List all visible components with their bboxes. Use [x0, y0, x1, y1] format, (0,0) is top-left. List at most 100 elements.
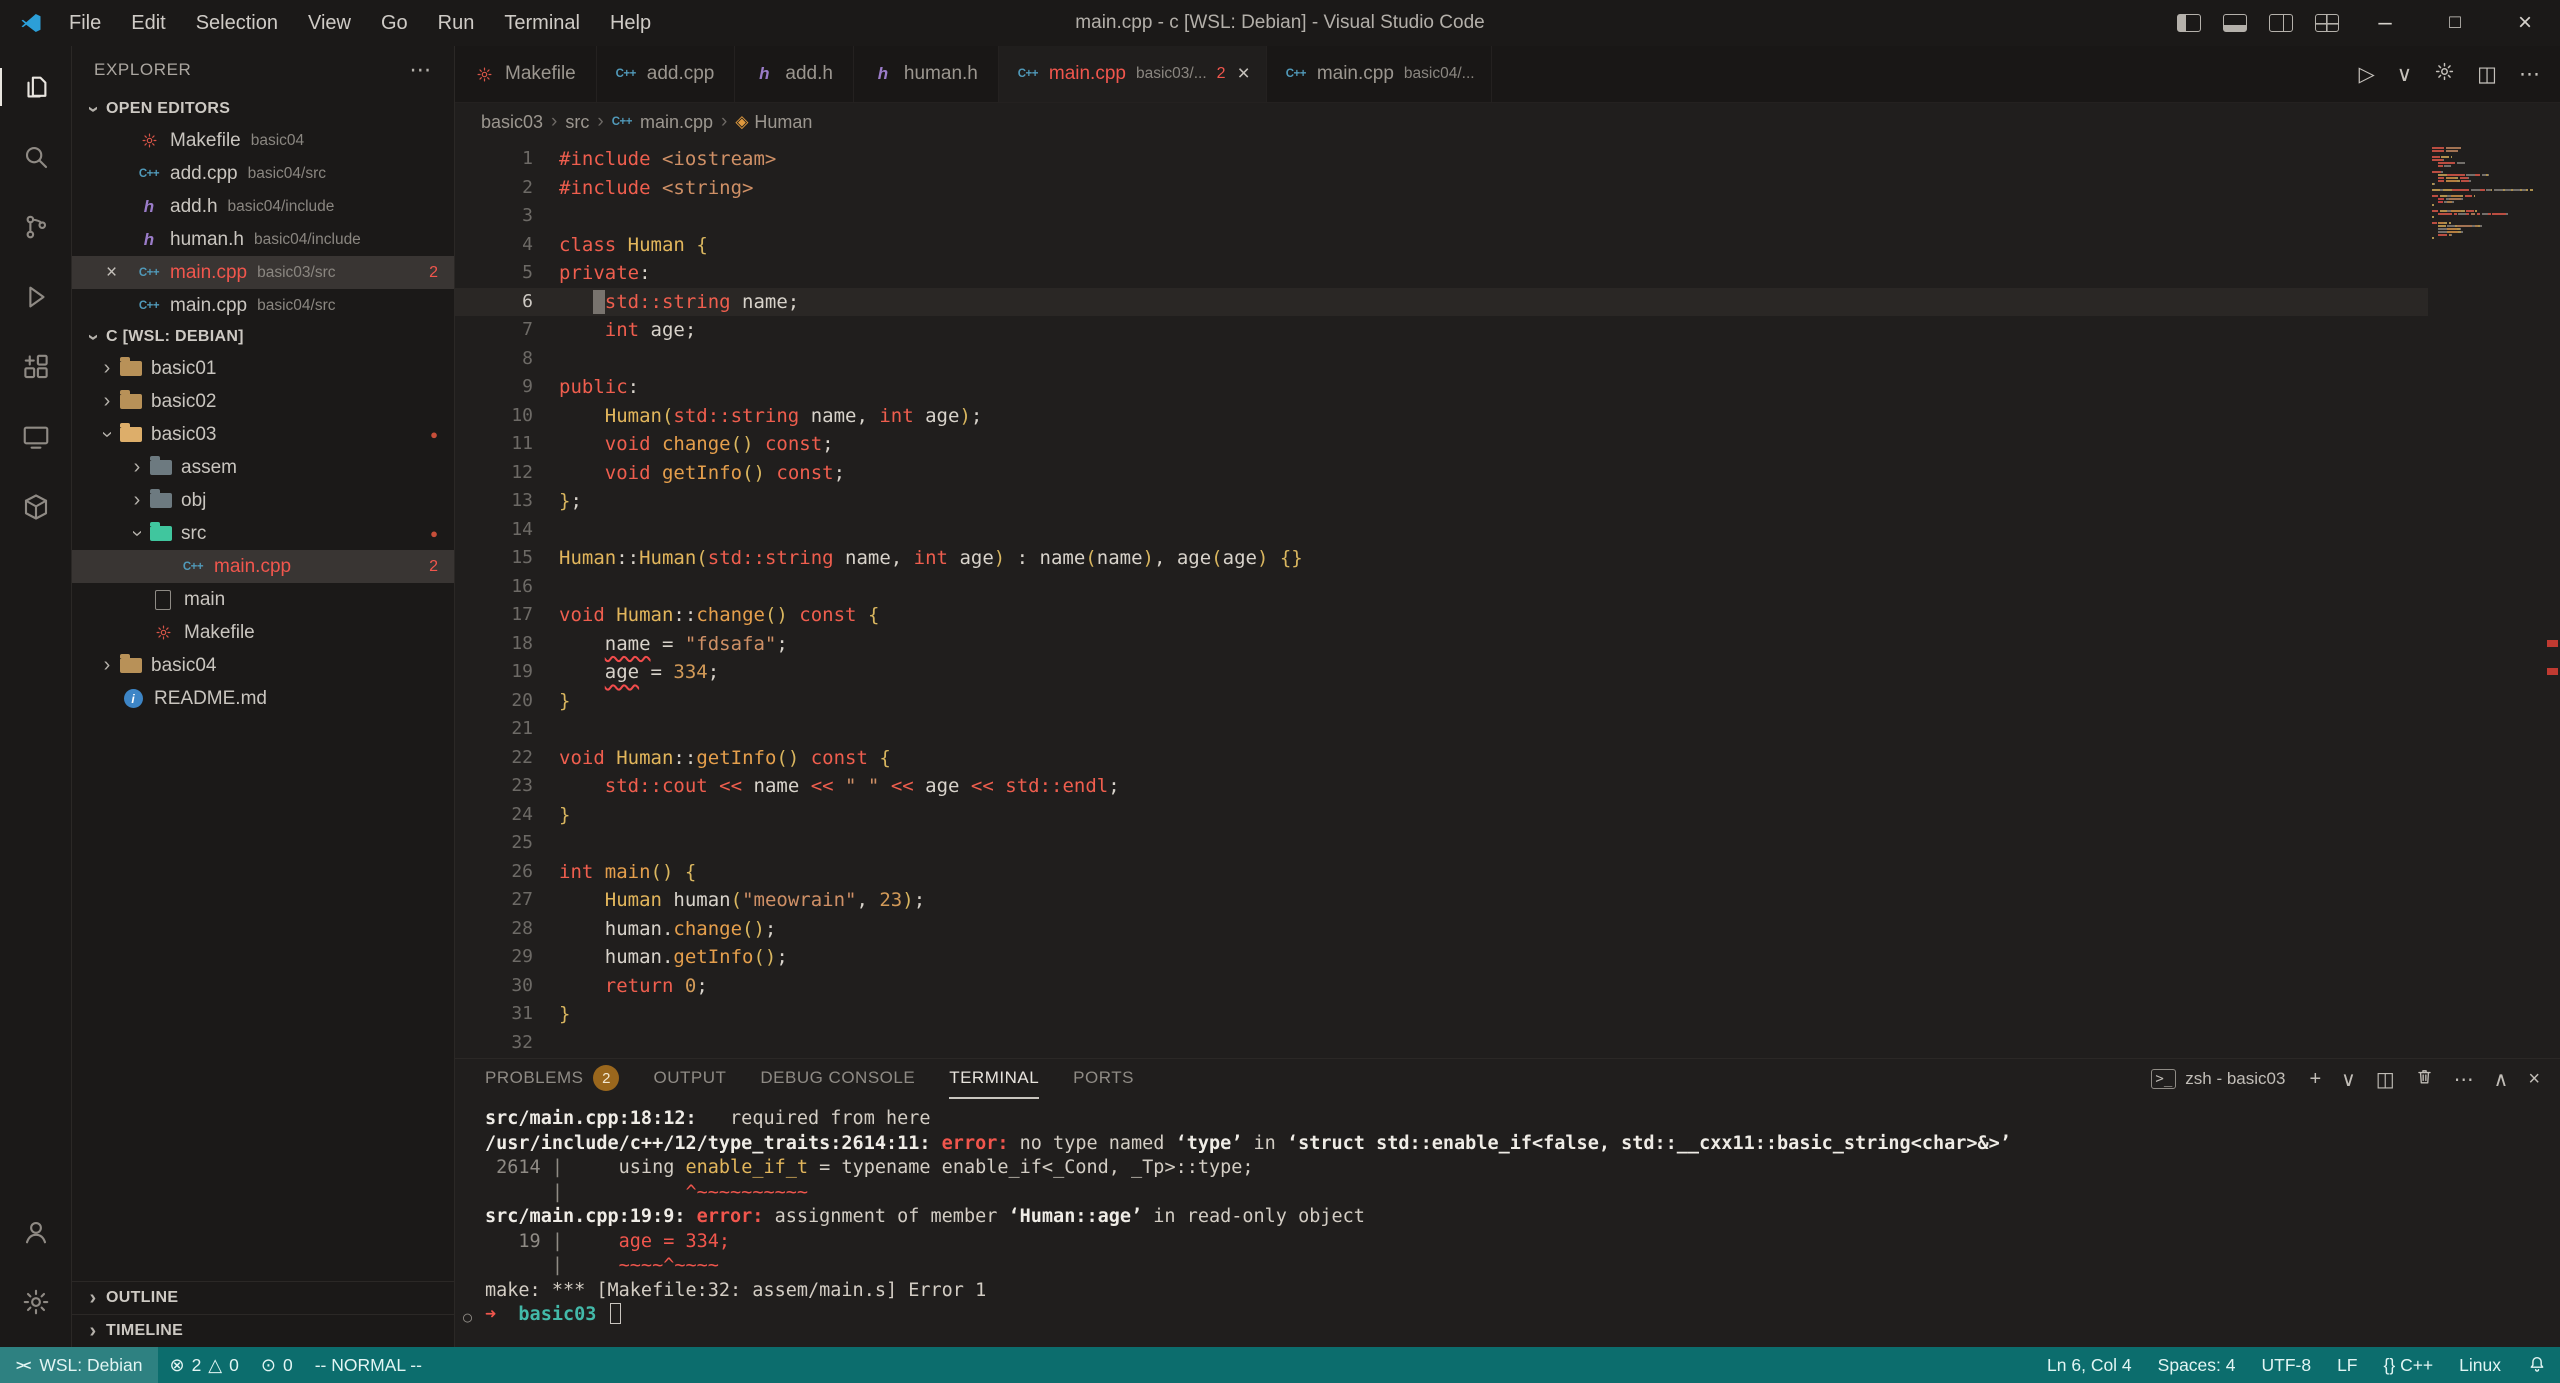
cursor-position-status[interactable]: Ln 6, Col 4 — [2034, 1347, 2145, 1383]
code-line[interactable]: 30 return 0; — [455, 972, 2428, 1001]
code-line[interactable]: 25 — [455, 829, 2428, 858]
remote-explorer-button[interactable] — [0, 402, 72, 472]
breadcrumb-human[interactable]: ◈ Human — [735, 112, 812, 133]
line-number[interactable]: 21 — [455, 715, 533, 744]
open-editor-human-h-basic04-include[interactable]: h human.h basic04/include — [72, 223, 454, 256]
tree-item-basic04[interactable]: › basic04 — [72, 649, 454, 682]
line-number[interactable]: 20 — [455, 687, 533, 716]
close-icon[interactable]: × — [1238, 62, 1250, 86]
code-line[interactable]: 26 int main() { — [455, 858, 2428, 887]
remote-indicator[interactable]: >< WSL: Debian — [0, 1347, 159, 1383]
tree-item-basic02[interactable]: › basic02 — [72, 385, 454, 418]
minimize-button[interactable]: – — [2350, 0, 2420, 46]
line-number[interactable]: 15 — [455, 544, 533, 573]
line-number[interactable]: 11 — [455, 430, 533, 459]
code-line[interactable]: 15 Human::Human(std::string name, int age… — [455, 544, 2428, 573]
tree-item-basic01[interactable]: › basic01 — [72, 352, 454, 385]
workspace-header[interactable]: › C [WSL: DEBIAN] — [72, 322, 454, 352]
line-number[interactable]: 17 — [455, 601, 533, 630]
configure-button[interactable] — [2434, 61, 2455, 88]
maximize-panel-button[interactable]: ∧ — [2494, 1067, 2509, 1092]
code-line[interactable]: 28 human.change(); — [455, 915, 2428, 944]
tree-item-makefile[interactable]: Makefile — [72, 616, 454, 649]
code-line[interactable]: 11 void change() const; — [455, 430, 2428, 459]
extensions-button[interactable] — [0, 332, 72, 402]
line-number[interactable]: 9 — [455, 373, 533, 402]
code-line[interactable]: 22 void Human::getInfo() const { — [455, 744, 2428, 773]
code-line[interactable]: 10 Human(std::string name, int age); — [455, 402, 2428, 431]
open-editor-main-cpp-basic04-src[interactable]: C++ main.cpp basic04/src — [72, 289, 454, 322]
line-number[interactable]: 2 — [455, 174, 533, 203]
run-and-debug-button[interactable] — [0, 262, 72, 332]
customize-layout-button[interactable] — [2304, 0, 2350, 46]
vim-mode-indicator[interactable]: -- NORMAL -- — [304, 1347, 433, 1383]
line-number[interactable]: 4 — [455, 231, 533, 260]
breadcrumb-src[interactable]: src — [565, 112, 589, 133]
menu-file[interactable]: File — [54, 0, 116, 46]
forwarded-ports-status[interactable]: ⊙ 0 — [250, 1347, 304, 1383]
minimap[interactable] — [2432, 147, 2544, 243]
code-line[interactable]: 20} — [455, 687, 2428, 716]
run-or-debug-button[interactable]: ▷ — [2359, 62, 2375, 87]
code-line[interactable]: 16 — [455, 573, 2428, 602]
outline-section[interactable]: › OUTLINE — [72, 1281, 454, 1314]
tree-item-assem[interactable]: › assem — [72, 451, 454, 484]
code-line[interactable]: 21 — [455, 715, 2428, 744]
notifications-button[interactable] — [2514, 1347, 2560, 1383]
tab-add-cpp[interactable]: C++ add.cpp — [596, 46, 736, 102]
code-line[interactable]: 13}; — [455, 487, 2428, 516]
code-line[interactable]: 27 Human human("meowrain", 23); — [455, 886, 2428, 915]
code-line[interactable]: 4 class Human { — [455, 231, 2428, 260]
terminal-instance[interactable]: >_ zsh - basic03 — [2151, 1069, 2285, 1089]
close-window-button[interactable]: × — [2490, 0, 2560, 46]
explorer-button[interactable] — [0, 52, 72, 122]
tab-makefile[interactable]: Makefile — [455, 46, 597, 102]
menu-go[interactable]: Go — [366, 0, 423, 46]
explorer-more-actions-icon[interactable]: ⋯ — [409, 57, 432, 83]
toggle-panel-button[interactable] — [2212, 0, 2258, 46]
close-icon[interactable]: × — [106, 262, 136, 284]
tree-item-main-cpp[interactable]: C++ main.cpp 2 — [72, 550, 454, 583]
panel-tab-output[interactable]: OUTPUT — [653, 1059, 726, 1099]
more-actions-button[interactable]: ⋯ — [2519, 62, 2540, 87]
kill-terminal-button[interactable] — [2415, 1067, 2434, 1092]
code-line[interactable]: 23 std::cout << name << " " << age << st… — [455, 772, 2428, 801]
account-button[interactable] — [0, 1197, 72, 1267]
run-dropdown-button[interactable]: ∨ — [2397, 62, 2412, 87]
tree-item-main[interactable]: main — [72, 583, 454, 616]
line-number[interactable]: 18 — [455, 630, 533, 659]
code-line[interactable]: 12 void getInfo() const; — [455, 459, 2428, 488]
line-number[interactable]: 31 — [455, 1000, 533, 1029]
open-editors-header[interactable]: › OPEN EDITORS — [72, 94, 454, 124]
code-line[interactable]: 8 — [455, 345, 2428, 374]
toggle-secondary-sidebar-button[interactable] — [2258, 0, 2304, 46]
line-number[interactable]: 24 — [455, 801, 533, 830]
code-line[interactable]: 9 public: — [455, 373, 2428, 402]
code-line[interactable]: 32 — [455, 1029, 2428, 1058]
search-button[interactable] — [0, 122, 72, 192]
maximize-button[interactable]: □ — [2420, 0, 2490, 46]
indentation-status[interactable]: Spaces: 4 — [2145, 1347, 2249, 1383]
code-line[interactable]: 19 age = 334; — [455, 658, 2428, 687]
tab-human-h[interactable]: h human.h — [853, 46, 999, 102]
containers-button[interactable] — [0, 472, 72, 542]
line-number[interactable]: 28 — [455, 915, 533, 944]
manage-button[interactable] — [0, 1267, 72, 1337]
line-number[interactable]: 8 — [455, 345, 533, 374]
code-editor[interactable]: 1 #include <iostream> 2 #include <string> 3 4… — [455, 141, 2560, 1058]
language-mode-status[interactable]: {} C++ — [2371, 1347, 2447, 1383]
open-editor-main-cpp-basic03-src[interactable]: × C++ main.cpp basic03/src 2 — [72, 256, 454, 289]
toggle-sidebar-button[interactable] — [2166, 0, 2212, 46]
code-line[interactable]: 1 #include <iostream> — [455, 145, 2428, 174]
menu-run[interactable]: Run — [423, 0, 490, 46]
more-actions-button[interactable]: ⋯ — [2454, 1067, 2474, 1092]
line-number[interactable]: 13 — [455, 487, 533, 516]
breadcrumb-basic03[interactable]: basic03 — [481, 112, 543, 133]
code-line[interactable]: 3 — [455, 202, 2428, 231]
menu-edit[interactable]: Edit — [116, 0, 180, 46]
split-terminal-button[interactable]: ◫ — [2376, 1067, 2395, 1092]
open-editor-add-cpp-basic04-src[interactable]: C++ add.cpp basic04/src — [72, 157, 454, 190]
code-line[interactable]: 29 human.getInfo(); — [455, 943, 2428, 972]
line-number[interactable]: 14 — [455, 516, 533, 545]
terminal-output[interactable]: src/main.cpp:18:12: required from here/u… — [455, 1099, 2560, 1347]
